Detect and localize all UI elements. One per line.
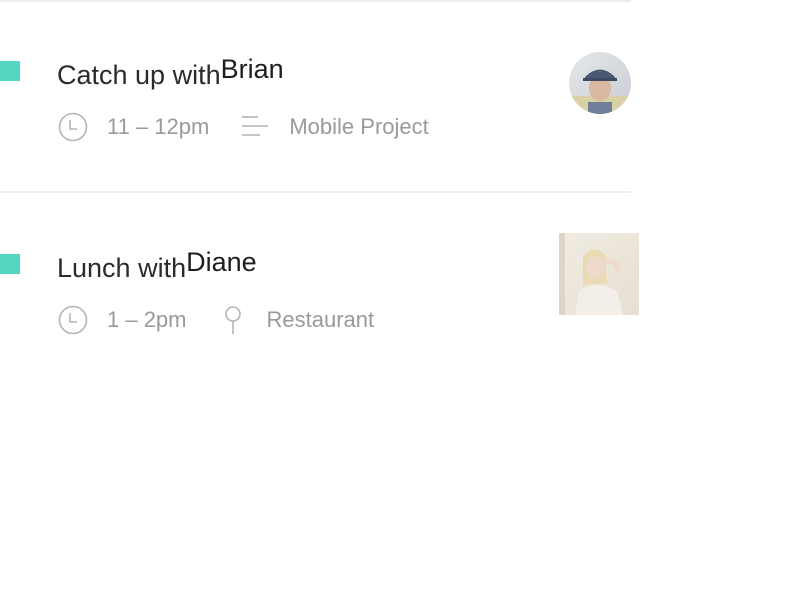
notes-lines-icon [239,111,271,143]
avatar-diane[interactable] [559,233,639,315]
clock-icon [57,111,89,143]
event-color-marker [0,254,20,274]
event-list: Catch up withBrian 11 – 12pm Mobile Proj… [0,0,800,600]
event-person-name: Diane [186,247,257,277]
avatar-brian-photo [569,52,631,114]
avatar-diane-photo [559,233,639,315]
event-time: 1 – 2pm [107,307,187,332]
event-meta: 11 – 12pm Mobile Project [57,111,429,143]
event-meta: 1 – 2pm Restaurant [57,304,374,336]
avatar-brian[interactable] [569,52,631,114]
event-person-name: Brian [220,54,284,84]
event-project: Mobile Project [289,114,429,139]
event-time: 11 – 12pm [107,114,210,139]
event-location: Restaurant [266,307,375,332]
map-pin-icon [217,304,249,336]
event-title-prefix: Lunch with [57,253,187,283]
event-color-marker [0,61,20,81]
event-title-prefix: Catch up with [57,60,221,90]
event-item-lunch-diane[interactable]: Lunch withDiane 1 – 2pm Restaurant [0,193,800,353]
event-title: Lunch withDiane [57,249,257,283]
event-item-catch-up-brian[interactable]: Catch up withBrian 11 – 12pm Mobile Proj… [0,0,800,191]
clock-icon [57,304,89,336]
event-title: Catch up withBrian [57,56,284,90]
